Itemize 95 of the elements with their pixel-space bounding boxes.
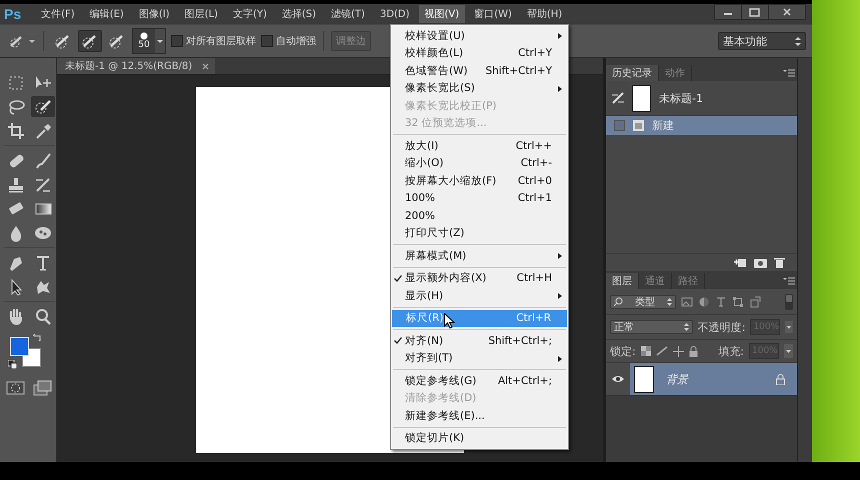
shortcut-text: Ctrl+1 (518, 192, 552, 204)
brush-preset-icon[interactable] (8, 33, 36, 49)
workspace-dropdown[interactable]: 基本功能 (718, 32, 806, 50)
filter-toggle-icon[interactable] (785, 294, 793, 310)
panel-tab[interactable]: 历史记录 (606, 65, 659, 81)
menu-item[interactable]: 图像(I) (132, 5, 176, 23)
menu-item[interactable]: 对齐到(T) (391, 350, 568, 367)
shortcut-text: Ctrl+0 (518, 174, 552, 187)
menu-item[interactable]: 编辑(E) (84, 5, 130, 23)
menu-item[interactable]: 图层(L) (178, 5, 224, 23)
menu-item[interactable]: 窗口(W) (468, 5, 518, 23)
adjustment-filter-icon[interactable] (698, 296, 710, 308)
menu-item[interactable]: 新建参考线(E)... (391, 407, 568, 424)
brush-size-value: 50 (138, 40, 150, 50)
history-brush-icon[interactable] (612, 92, 624, 104)
minimize-icon[interactable] (714, 4, 742, 20)
menu-item[interactable]: 对齐(N) Shift+Ctrl+; (391, 332, 568, 350)
dropdown-caret-icon[interactable] (785, 320, 793, 334)
lock-brush-icon[interactable] (656, 346, 668, 356)
shortcut-text: Shift+Ctrl+Y (485, 64, 552, 77)
menu-item[interactable]: 校样设置(U) (391, 27, 568, 44)
shortcut-text: Ctrl++ (516, 140, 552, 152)
up-down-arrows-icon (795, 36, 801, 46)
lock-icon[interactable] (688, 346, 698, 356)
menu-item[interactable]: 校样颜色(L) Ctrl+Y (391, 44, 568, 62)
smart-object-filter-icon[interactable] (749, 296, 761, 308)
shortcut-text: Alt+Ctrl+; (498, 374, 552, 387)
dropdown-caret-icon[interactable] (784, 344, 793, 358)
shortcut-text: Ctrl+Y (518, 47, 552, 60)
brush-size-picker[interactable]: 50 (132, 28, 166, 54)
shortcut-text: Ctrl+H (516, 272, 552, 284)
new-document-icon[interactable] (734, 257, 747, 268)
shortcut-text: Ctrl+R (516, 312, 551, 324)
menu-item[interactable]: 放大(I) Ctrl++ (391, 137, 568, 154)
opacity-label: 不透明度: (698, 320, 746, 334)
menu-item[interactable]: 缩小(O) Ctrl+- (391, 154, 568, 172)
checkbox-label: 自动增强 (276, 35, 316, 48)
image-filter-icon[interactable] (681, 296, 693, 308)
swap-colors-icon[interactable] (33, 333, 42, 342)
eye-icon[interactable] (612, 375, 624, 383)
app-logo: Ps (4, 6, 22, 22)
lock-label: 锁定: (610, 344, 636, 358)
close-icon[interactable] (202, 62, 210, 70)
up-down-arrows-icon (684, 323, 689, 331)
shortcut-text: Ctrl+- (520, 157, 552, 170)
lock-transparency-icon[interactable] (640, 346, 651, 356)
fill-label: 填充: (718, 344, 744, 358)
menu-item[interactable]: 按屏幕大小缩放(F) Ctrl+0 (391, 172, 568, 190)
menu-item[interactable]: 滤镜(T) (325, 5, 371, 23)
blend-mode-dropdown[interactable]: 正常 (610, 320, 693, 334)
menu-item[interactable]: 显示额外内容(X) Ctrl+H (391, 270, 568, 287)
dropdown-caret-icon[interactable] (155, 29, 165, 53)
lock-position-icon[interactable] (672, 346, 684, 356)
quick-selection-brush-icon[interactable] (31, 96, 55, 117)
menu-item[interactable]: 锁定切片(K) (391, 430, 568, 447)
menu-item[interactable]: 文件(F) (35, 5, 81, 23)
checkbox[interactable] (261, 35, 273, 47)
document-icon (633, 120, 644, 131)
panel-tab[interactable]: 图层 (606, 273, 639, 289)
layer-row[interactable]: 背景 (630, 363, 797, 395)
up-down-arrows-icon (667, 298, 672, 306)
menu-item[interactable]: 选择(S) (276, 5, 322, 23)
menu-item[interactable]: 100% Ctrl+1 (391, 190, 568, 207)
menu-item[interactable]: 文字(Y) (226, 5, 273, 23)
panel-menu-icon[interactable] (783, 277, 795, 285)
shape-filter-icon[interactable] (732, 296, 744, 308)
document-tab[interactable]: 未标题-1 @ 12.5%(RGB/8) (57, 58, 216, 74)
filter-dropdown[interactable]: 类型 (610, 294, 676, 308)
close-icon[interactable] (768, 4, 806, 20)
default-colors-icon[interactable] (8, 360, 17, 369)
trash-icon[interactable] (774, 257, 785, 268)
camera-icon[interactable] (754, 257, 767, 268)
menu-item[interactable]: 打印尺寸(Z) (391, 224, 568, 242)
search-icon (614, 297, 623, 306)
panel-menu-icon[interactable] (783, 69, 795, 77)
shortcut-text: Shift+Ctrl+; (488, 334, 552, 347)
menu-item[interactable]: 屏幕模式(M) (391, 247, 568, 264)
snapshot-thumbnail (632, 84, 651, 112)
checkbox[interactable] (171, 35, 183, 47)
type-filter-icon[interactable] (715, 296, 727, 308)
maximize-icon[interactable] (741, 4, 769, 20)
menu-item[interactable]: 显示(H) (391, 287, 568, 304)
brush-tip-icon (140, 32, 148, 40)
snapshot-name[interactable]: 未标题-1 (659, 90, 703, 106)
menu-item[interactable]: 3D(D) (374, 6, 416, 22)
add-to-selection-brush-icon[interactable] (78, 30, 102, 52)
layer-thumbnail (634, 366, 654, 392)
mouse-cursor-icon (444, 312, 455, 328)
menu-item[interactable]: 200% (391, 207, 568, 224)
checkbox-label: 对所有图层取样 (186, 34, 256, 48)
menu-item[interactable]: 锁定参考线(G) Alt+Ctrl+; (391, 372, 568, 390)
menu-item[interactable]: 视图(V) (418, 5, 466, 23)
menu-item[interactable]: 像素长宽比(S) (391, 80, 568, 97)
menu-item[interactable]: 帮助(H) (520, 5, 568, 23)
menu-item[interactable]: 色域警告(W) Shift+Ctrl+Y (391, 62, 568, 80)
